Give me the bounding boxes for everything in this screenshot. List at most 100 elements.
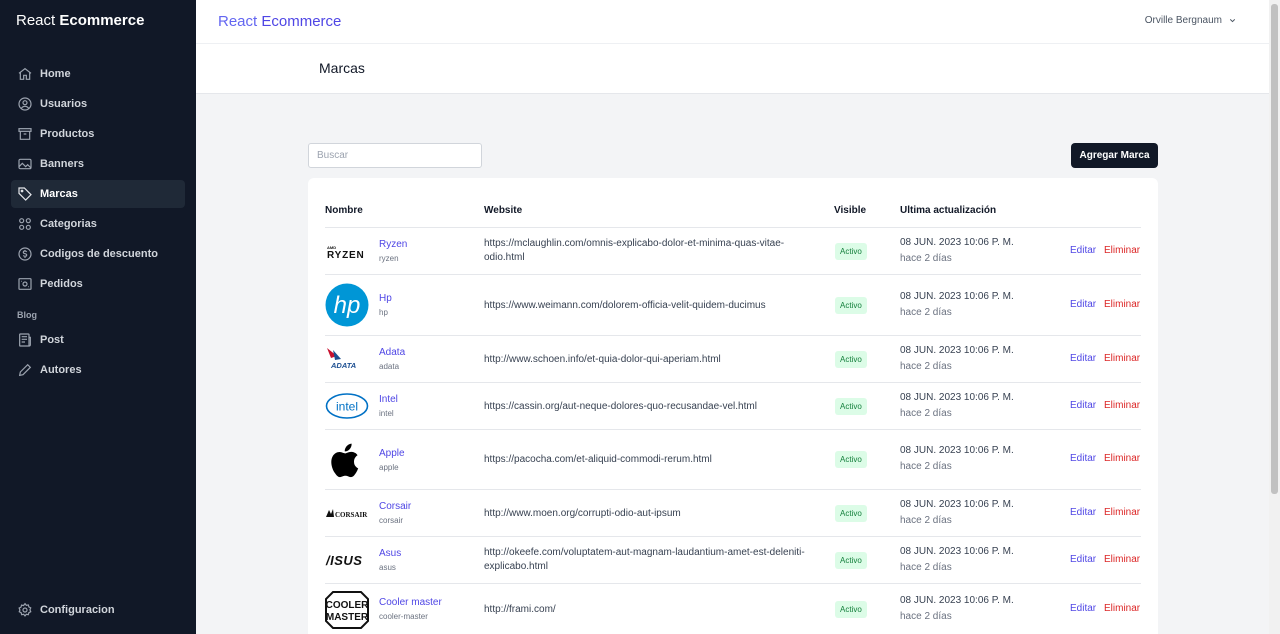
updated-date: 08 JUN. 2023 10:06 P. M. [900, 499, 1014, 510]
newspaper-icon [19, 333, 31, 347]
svg-text:intel: intel [336, 400, 358, 414]
edit-button[interactable]: Editar [1070, 400, 1096, 411]
status-badge: Activo [835, 398, 867, 415]
table-row: CORSAIR Corsair corsair http://www.moen.… [325, 490, 1141, 537]
delete-button[interactable]: Eliminar [1104, 245, 1140, 256]
delete-button[interactable]: Eliminar [1104, 554, 1140, 565]
topbar-brand-name: Ecommerce [261, 13, 342, 30]
user-menu[interactable]: Orville Bergnaum [1145, 15, 1237, 26]
delete-button[interactable]: Eliminar [1104, 299, 1140, 310]
brand-slug: cooler-master [379, 612, 428, 621]
brand-slug: adata [379, 362, 400, 371]
sidebar-item-categorias[interactable]: Categorias [11, 210, 185, 238]
scrollbar-thumb[interactable] [1271, 4, 1278, 494]
svg-text:COOLER: COOLER [326, 600, 369, 611]
edit-button[interactable]: Editar [1070, 299, 1096, 310]
brand-name: Ecommerce [59, 12, 145, 29]
asus-logo: /ISUS [325, 551, 369, 569]
brand-slug: apple [379, 463, 399, 472]
apple-logo [325, 437, 369, 483]
brand-name-link[interactable]: Hp [379, 293, 392, 304]
sidebar-item-marcas[interactable]: Marcas [11, 180, 185, 208]
sidebar-item-label: Configuracion [40, 604, 115, 616]
receipt-icon [18, 278, 32, 290]
status-badge: Activo [835, 297, 867, 314]
edit-button[interactable]: Editar [1070, 507, 1096, 518]
sidebar-item-label: Productos [40, 128, 95, 140]
brand-name-link[interactable]: Intel [379, 394, 398, 405]
sidebar-item-post[interactable]: Post [11, 326, 185, 354]
updated-date: 08 JUN. 2023 10:06 P. M. [900, 392, 1014, 403]
topbar: React Ecommerce Orville Bergnaum [196, 0, 1269, 44]
delete-button[interactable]: Eliminar [1104, 603, 1140, 614]
brand-name-link[interactable]: Apple [379, 448, 405, 459]
sidebar: React Ecommerce Home Usuarios Productos … [0, 0, 196, 634]
brand-prefix: React [16, 12, 56, 29]
delete-button[interactable]: Eliminar [1104, 400, 1140, 411]
sidebar-section-blog: Blog [17, 310, 37, 320]
sidebar-item-label: Pedidos [40, 278, 83, 290]
sidebar-item-productos[interactable]: Productos [11, 120, 185, 148]
brands-table: Nombre Website Visible Ultima actualizac… [308, 178, 1158, 634]
updated-relative: hace 2 días [900, 461, 952, 472]
brand-website: https://pacocha.com/et-aliquid-commodi-r… [484, 454, 712, 465]
sidebar-item-pedidos[interactable]: Pedidos [11, 270, 185, 298]
svg-text:MASTER: MASTER [326, 612, 369, 623]
status-badge: Activo [835, 243, 867, 260]
sidebar-item-usuarios[interactable]: Usuarios [11, 90, 185, 118]
table-row: COOLER MASTER Cooler master cooler-maste… [325, 584, 1141, 634]
svg-text:ADATA: ADATA [330, 361, 356, 370]
sidebar-item-label: Categorias [40, 218, 97, 230]
brand-website: https://cassin.org/aut-neque-dolores-quo… [484, 401, 757, 412]
brand-name-link[interactable]: Ryzen [379, 239, 407, 250]
edit-button[interactable]: Editar [1070, 245, 1096, 256]
table-header: Nombre Website Visible Ultima actualizac… [325, 202, 1141, 228]
brand-website: https://mclaughlin.com/omnis-explicabo-d… [484, 238, 785, 263]
sidebar-item-codigos[interactable]: Codigos de descuento [11, 240, 185, 268]
brand-website: http://okeefe.com/voluptatem-aut-magnam-… [484, 547, 805, 572]
sidebar-brand[interactable]: React Ecommerce [16, 12, 144, 29]
sidebar-item-configuracion[interactable]: Configuracion [11, 596, 185, 624]
topbar-brand[interactable]: React Ecommerce [218, 13, 341, 30]
brand-name-link[interactable]: Asus [379, 548, 401, 559]
edit-button[interactable]: Editar [1070, 453, 1096, 464]
delete-button[interactable]: Eliminar [1104, 453, 1140, 464]
search-input[interactable] [308, 143, 482, 168]
delete-button[interactable]: Eliminar [1104, 507, 1140, 518]
column-header-visible: Visible [834, 205, 867, 216]
sidebar-item-home[interactable]: Home [11, 60, 185, 88]
brand-website: http://frami.com/ [484, 604, 556, 615]
pencil-icon [18, 363, 32, 377]
table-row: AMD RYZEN Ryzen ryzen https://mclaughlin… [325, 228, 1141, 275]
sidebar-item-autores[interactable]: Autores [11, 356, 185, 384]
add-brand-button[interactable]: Agregar Marca [1071, 143, 1158, 168]
table-row: Apple apple https://pacocha.com/et-aliqu… [325, 430, 1141, 490]
edit-button[interactable]: Editar [1070, 353, 1096, 364]
page-scrollbar[interactable] [1269, 0, 1280, 634]
grid-icon [19, 218, 31, 230]
gear-icon [18, 602, 32, 617]
brand-website: http://www.schoen.info/et-quia-dolor-qui… [484, 354, 721, 365]
updated-relative: hace 2 días [900, 408, 952, 419]
updated-date: 08 JUN. 2023 10:06 P. M. [900, 345, 1014, 356]
table-row: intel Intel intel https://cassin.org/aut… [325, 383, 1141, 430]
page-header: Marcas [196, 44, 1269, 94]
sidebar-item-banners[interactable]: Banners [11, 150, 185, 178]
svg-text:hp: hp [334, 292, 361, 319]
user-circle-icon [18, 97, 32, 111]
sidebar-bottom: Configuracion [0, 594, 196, 626]
updated-date: 08 JUN. 2023 10:06 P. M. [900, 291, 1014, 302]
brand-website: http://www.moen.org/corrupti-odio-aut-ip… [484, 508, 681, 519]
updated-relative: hace 2 días [900, 611, 952, 622]
edit-button[interactable]: Editar [1070, 603, 1096, 614]
edit-button[interactable]: Editar [1070, 554, 1096, 565]
delete-button[interactable]: Eliminar [1104, 353, 1140, 364]
sidebar-item-label: Codigos de descuento [40, 248, 158, 260]
brand-slug: asus [379, 563, 396, 572]
hp-logo: hp [325, 283, 369, 327]
brand-name-link[interactable]: Adata [379, 347, 405, 358]
brand-name-link[interactable]: Cooler master [379, 597, 442, 608]
tag-icon [18, 187, 32, 201]
column-header-updated: Ultima actualización [900, 205, 997, 216]
brand-name-link[interactable]: Corsair [379, 501, 411, 512]
